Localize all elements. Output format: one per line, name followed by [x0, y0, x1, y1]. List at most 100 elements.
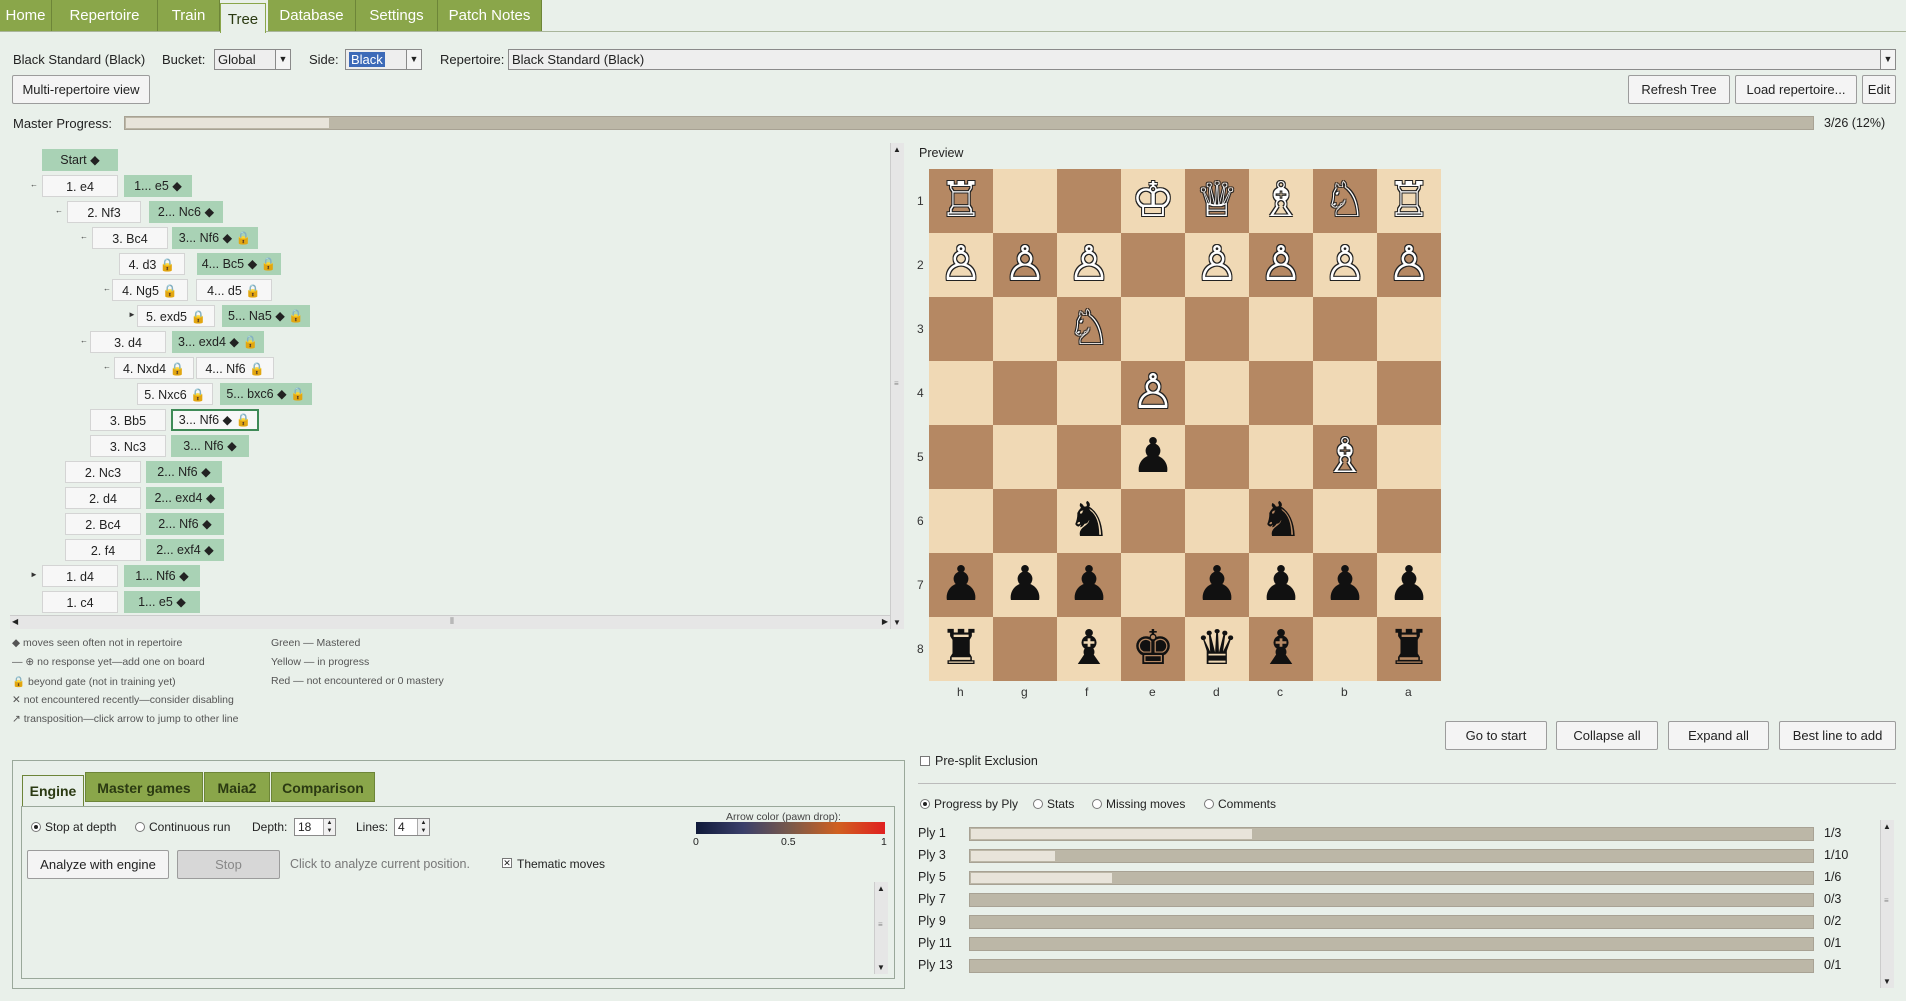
black-piece-icon[interactable]: ♝ [1249, 617, 1313, 681]
black-piece-icon[interactable]: ♟ [993, 553, 1057, 617]
black-piece-icon[interactable]: ♝ [1057, 617, 1121, 681]
collapse-all-button[interactable]: Collapse all [1556, 721, 1658, 750]
scroll-down-icon[interactable]: ▼ [1883, 977, 1891, 986]
side-select[interactable]: Black ▼ [345, 49, 422, 70]
expander-icon[interactable]: ← [80, 336, 88, 345]
comments-radio[interactable] [1204, 799, 1214, 809]
board-square[interactable] [1249, 425, 1313, 489]
board-square[interactable] [1185, 297, 1249, 361]
tree-node[interactable]: 4... d5 🔒 [196, 279, 272, 301]
tree-node[interactable]: 1. d4 [42, 565, 118, 587]
lines-spinner[interactable]: 4 ▲ ▼ [394, 818, 430, 836]
board-square[interactable] [993, 425, 1057, 489]
tree-node[interactable]: 2... Nf6 ◆ [146, 461, 222, 483]
board-square[interactable] [1121, 553, 1185, 617]
white-piece-icon[interactable]: ♖ [1377, 169, 1441, 233]
tree-node[interactable]: 1. e4 [42, 175, 118, 197]
tree-node[interactable]: 5... bxc6 ◆ 🔒 [220, 383, 312, 405]
board-square[interactable] [1185, 425, 1249, 489]
tab-comparison[interactable]: Comparison [271, 772, 375, 802]
tree-node[interactable]: 1... Nf6 ◆ [124, 565, 200, 587]
board-square[interactable] [993, 297, 1057, 361]
black-piece-icon[interactable]: ♚ [1121, 617, 1185, 681]
board-square[interactable] [1057, 361, 1121, 425]
board-square[interactable] [1313, 617, 1377, 681]
bucket-select[interactable]: Global ▼ [214, 49, 291, 70]
black-piece-icon[interactable]: ♜ [1377, 617, 1441, 681]
board-square[interactable] [929, 297, 993, 361]
spin-arrows-icon[interactable]: ▲ ▼ [417, 819, 429, 835]
scroll-up-icon[interactable]: ▲ [893, 145, 901, 154]
black-piece-icon[interactable]: ♞ [1057, 489, 1121, 553]
board-square[interactable] [1313, 489, 1377, 553]
board-square[interactable] [929, 425, 993, 489]
board-square[interactable] [1185, 489, 1249, 553]
scroll-up-icon[interactable]: ▲ [877, 884, 885, 893]
tab-home[interactable]: Home [0, 0, 52, 31]
tree-node[interactable]: 3. Nc3 [90, 435, 166, 457]
expander-icon[interactable]: ← [55, 206, 63, 215]
tree-node[interactable]: 3... Nf6 ◆ [171, 435, 249, 457]
tree-node[interactable]: Start ◆ [42, 149, 118, 171]
white-piece-icon[interactable]: ♙ [929, 233, 993, 297]
board-square[interactable] [929, 361, 993, 425]
black-piece-icon[interactable]: ♟ [1057, 553, 1121, 617]
board-square[interactable] [1313, 297, 1377, 361]
expander-icon[interactable]: ← [80, 232, 88, 241]
black-piece-icon[interactable]: ♟ [1313, 553, 1377, 617]
expand-all-button[interactable]: Expand all [1668, 721, 1769, 750]
engine-scrollbar[interactable]: ▲ ≡ ▼ [874, 882, 888, 974]
tree-node[interactable]: 2. Nf3 [67, 201, 141, 223]
white-piece-icon[interactable]: ♖ [929, 169, 993, 233]
board-square[interactable] [1121, 489, 1185, 553]
white-piece-icon[interactable]: ♕ [1185, 169, 1249, 233]
tree-node[interactable]: 2... exf4 ◆ [146, 539, 224, 561]
expander-icon[interactable]: ← [103, 362, 111, 371]
board-square[interactable] [1249, 361, 1313, 425]
tree-node[interactable]: 5. Nxc6 🔒 [137, 383, 213, 405]
expander-icon[interactable]: ► [128, 310, 136, 319]
edit-button[interactable]: Edit [1862, 75, 1896, 104]
scroll-left-icon[interactable]: ◀ [12, 617, 18, 626]
tree-node[interactable]: 3. d4 [90, 331, 166, 353]
board-square[interactable] [1249, 297, 1313, 361]
continuous-run-radio[interactable] [135, 822, 145, 832]
tree-node-selected[interactable]: 3... Nf6 ◆ 🔒 [171, 409, 259, 431]
black-piece-icon[interactable]: ♛ [1185, 617, 1249, 681]
progress-by-ply-radio[interactable] [920, 799, 930, 809]
missing-moves-radio[interactable] [1092, 799, 1102, 809]
chess-board[interactable]: ♖ ♔ ♕ ♗ ♘ ♖ ♙ ♙ ♙ ♙ ♙ ♙ ♙ ♘ ♙ ♟ ♗ ♞ ♞ ♟ ♟ ♟ ♟ ♟ ♟ ♟ ♜ ♝ ♚ ♛ ♝ ♜ [929, 169, 1441, 681]
tab-settings[interactable]: Settings [356, 0, 438, 31]
white-piece-icon[interactable]: ♘ [1313, 169, 1377, 233]
tree-node[interactable]: 4. Nxd4 🔒 [114, 357, 194, 379]
board-square[interactable] [993, 361, 1057, 425]
stats-radio[interactable] [1033, 799, 1043, 809]
board-square[interactable] [1313, 361, 1377, 425]
tree-node[interactable]: 4... Bc5 ◆ 🔒 [197, 253, 281, 275]
tab-maia2[interactable]: Maia2 [204, 772, 270, 802]
stop-button[interactable]: Stop [177, 850, 280, 879]
expander-icon[interactable]: ► [30, 570, 38, 579]
presplit-checkbox[interactable] [920, 756, 930, 766]
white-piece-icon[interactable]: ♙ [1121, 361, 1185, 425]
board-square[interactable] [993, 617, 1057, 681]
tree-node[interactable]: 2. d4 [65, 487, 141, 509]
white-piece-icon[interactable]: ♙ [1057, 233, 1121, 297]
tree-node[interactable]: 3. Bc4 [92, 227, 168, 249]
board-square[interactable] [1121, 297, 1185, 361]
tree-node[interactable]: 5. exd5 🔒 [137, 305, 215, 327]
black-piece-icon[interactable]: ♟ [1185, 553, 1249, 617]
tab-database[interactable]: Database [268, 0, 356, 31]
black-piece-icon[interactable]: ♞ [1249, 489, 1313, 553]
analyze-button[interactable]: Analyze with engine [27, 850, 169, 879]
board-square[interactable] [1377, 297, 1441, 361]
tree-node[interactable]: 3... Nf6 ◆ 🔒 [172, 227, 258, 249]
ply-scrollbar[interactable]: ▲ ≡ ▼ [1880, 820, 1894, 988]
expander-icon[interactable]: ← [103, 284, 111, 293]
tree-node[interactable]: 2. f4 [65, 539, 141, 561]
white-piece-icon[interactable]: ♙ [1377, 233, 1441, 297]
board-square[interactable] [993, 169, 1057, 233]
tree-node[interactable]: 2. Nc3 [65, 461, 141, 483]
tree-node[interactable]: 2... Nc6 ◆ [149, 201, 223, 223]
board-square[interactable] [929, 489, 993, 553]
